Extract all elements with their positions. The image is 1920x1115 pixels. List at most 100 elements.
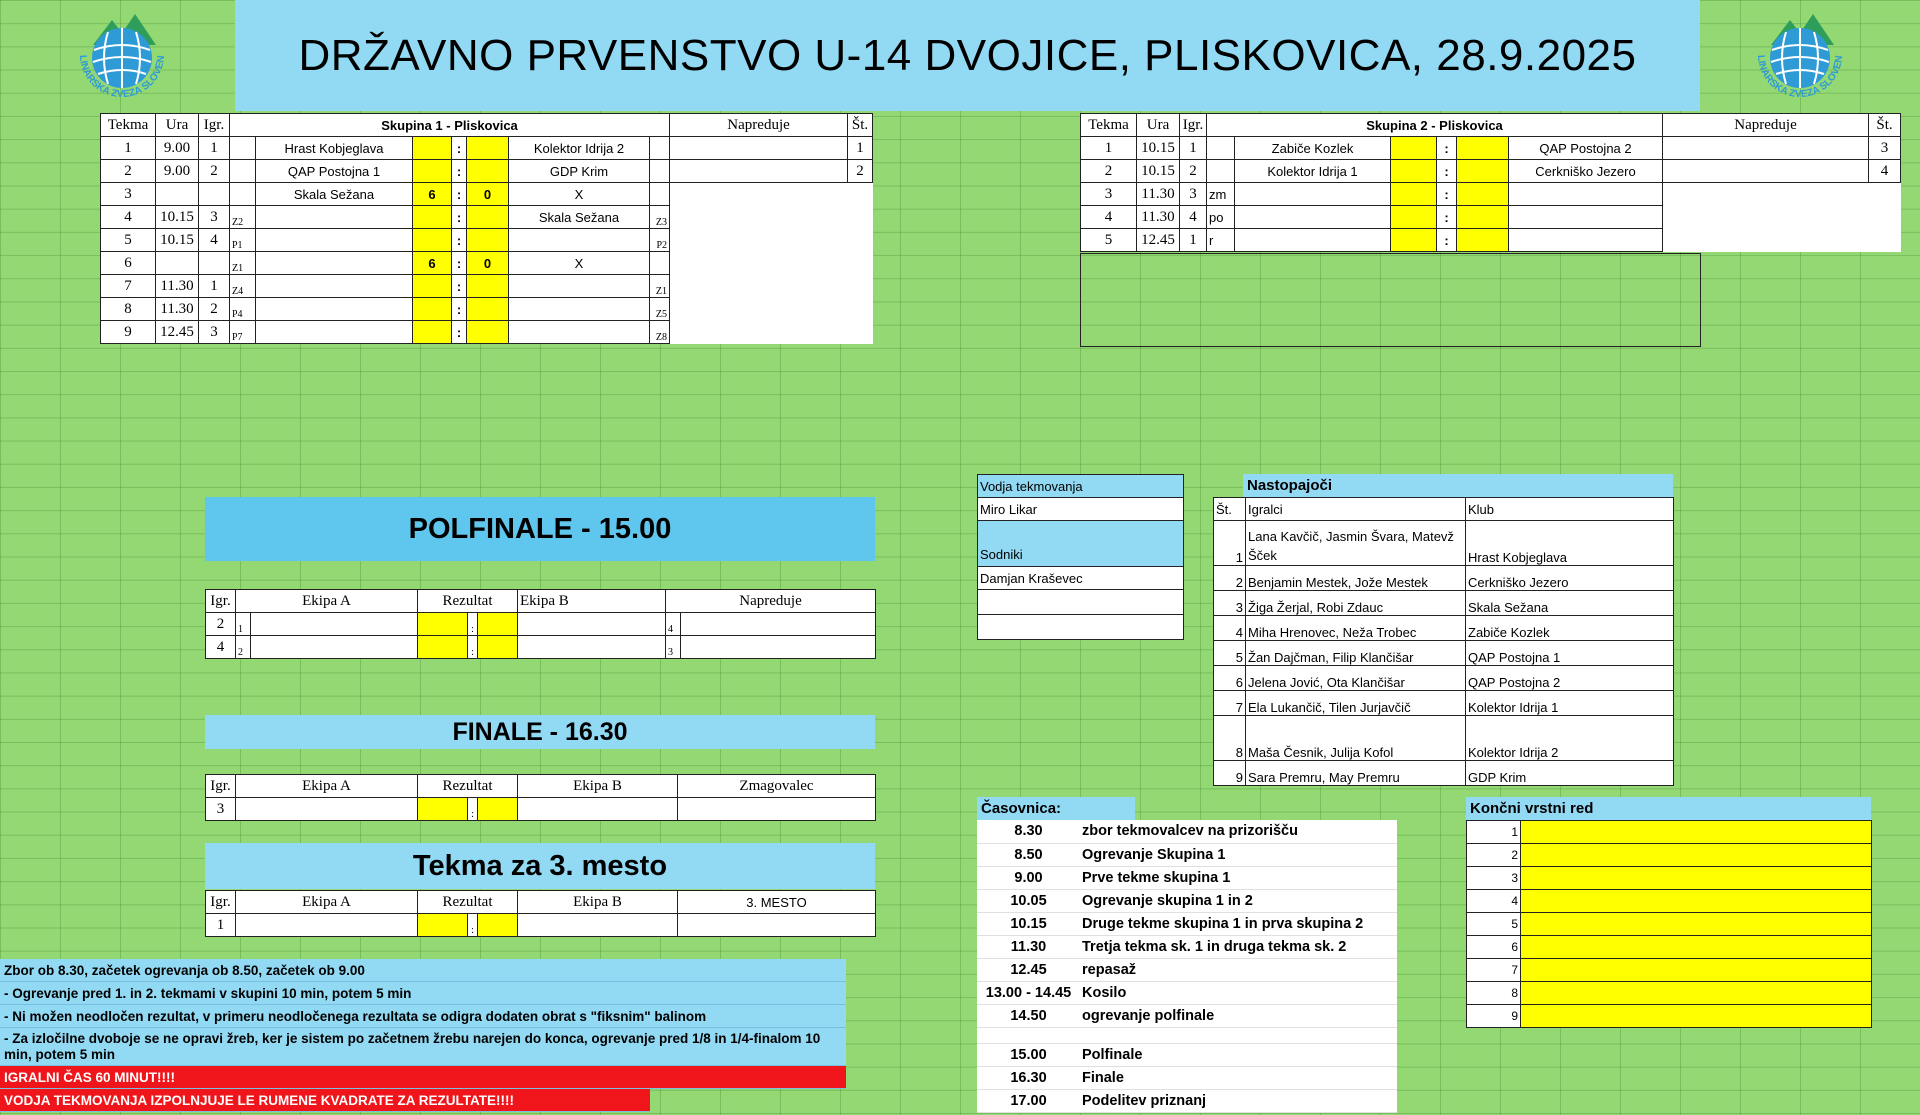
score-b-input[interactable]: 0 xyxy=(466,251,509,275)
team-b xyxy=(508,274,650,298)
officials-table: Vodja tekmovanja Miro Likar Sodniki Damj… xyxy=(977,474,1184,640)
ranking-team-input[interactable] xyxy=(1520,889,1872,913)
score-b-input[interactable] xyxy=(466,205,509,229)
score-b-input[interactable]: 0 xyxy=(466,182,509,206)
score-b-input[interactable] xyxy=(466,297,509,321)
score-a-input[interactable]: 6 xyxy=(412,182,452,206)
team-a: Skala Sežana xyxy=(255,182,413,206)
score-b-input[interactable] xyxy=(466,159,509,183)
score-b-input[interactable] xyxy=(1456,205,1509,229)
match-number: 3 xyxy=(1080,182,1137,206)
score-a-input[interactable] xyxy=(412,159,452,183)
third-place-cell xyxy=(677,913,876,937)
team-b xyxy=(517,635,666,659)
ranking-team-input[interactable] xyxy=(1520,820,1872,844)
group2-col-tekma: Tekma xyxy=(1080,113,1137,137)
team-b xyxy=(508,228,650,252)
group1-table: Tekma Ura Igr. Skupina 1 - Pliskovica Na… xyxy=(100,113,874,344)
team-a xyxy=(255,205,413,229)
court-number: 3 xyxy=(198,320,230,344)
ranking-team-input[interactable] xyxy=(1520,981,1872,1005)
ranking-body: 123456789 xyxy=(1466,820,1872,1028)
score-b-input[interactable] xyxy=(1456,228,1509,252)
team-a xyxy=(255,251,413,275)
polfinale-row: 21: 4 xyxy=(205,612,876,636)
group1-body: 1 9.00 1 Hrast Kobjeglava: Kolektor Idrija 2… xyxy=(100,136,874,344)
club-name: Hrast Kobjeglava xyxy=(1465,520,1674,566)
score-a-input[interactable] xyxy=(1390,228,1437,252)
ranking-team-input[interactable] xyxy=(1520,935,1872,959)
group2-empty-box xyxy=(1080,253,1701,347)
advances-cell xyxy=(1662,136,1869,160)
score-b-input[interactable] xyxy=(477,635,518,659)
score-b-input[interactable] xyxy=(477,797,518,821)
timetable-body: 8.30 zbor tekmovalcev na prizorišču 8.50 Og… xyxy=(977,820,1397,1113)
score-separator: : xyxy=(1436,205,1457,229)
score-a-input[interactable] xyxy=(412,297,452,321)
match-time: 9.00 xyxy=(155,136,199,160)
score-a-input[interactable] xyxy=(412,320,452,344)
team-a xyxy=(1234,205,1391,229)
timetable-row: 15.00 Polfinale xyxy=(977,1043,1397,1067)
timetable-event: Ogrevanje Skupina 1 xyxy=(1080,843,1397,867)
score-a-input[interactable] xyxy=(417,612,468,636)
ranking-team-input[interactable] xyxy=(1520,866,1872,890)
score-b-input[interactable] xyxy=(466,228,509,252)
group1-header-row: Tekma Ura Igr. Skupina 1 - Pliskovica Na… xyxy=(100,113,874,137)
team-b-ref xyxy=(648,136,671,160)
ranking-place: 5 xyxy=(1466,912,1521,936)
score-b-input[interactable] xyxy=(466,274,509,298)
advances-cell xyxy=(669,159,849,183)
score-a-input[interactable] xyxy=(412,274,452,298)
players-names: Benjamin Mestek, Jože Mestek xyxy=(1245,565,1466,591)
score-b-input[interactable] xyxy=(1456,159,1509,183)
timetable-row: 14.50 ogrevanje polfinale xyxy=(977,1004,1397,1028)
group1-match-row: 2 9.00 2 QAP Postojna 1: GDP Krim 2 xyxy=(100,159,874,183)
score-a-input[interactable] xyxy=(1390,136,1437,160)
score-a-input[interactable] xyxy=(417,913,468,937)
score-a-input[interactable]: 6 xyxy=(412,251,452,275)
score-b-input[interactable] xyxy=(1456,182,1509,206)
referee-label: Sodniki xyxy=(977,520,1184,567)
score-a-input[interactable] xyxy=(1390,159,1437,183)
score-b-input[interactable] xyxy=(1456,136,1509,160)
timetable-event: Prve tekme skupina 1 xyxy=(1080,866,1397,890)
score-a-input[interactable] xyxy=(1390,182,1437,206)
team-number: 6 xyxy=(1213,665,1246,691)
group1-match-row: 9 12.45 3 P7: Z8 xyxy=(100,320,873,344)
score-a-input[interactable] xyxy=(412,205,452,229)
timetable-event: Podelitev priznanj xyxy=(1080,1089,1397,1113)
score-separator: : xyxy=(1436,228,1457,252)
team-number: 1 xyxy=(847,136,874,160)
score-a-input[interactable] xyxy=(412,228,452,252)
score-separator: : xyxy=(467,612,478,636)
score-separator: : xyxy=(451,228,467,252)
match-time: 9.00 xyxy=(155,159,199,183)
group1-match-row: 7 11.30 1 Z4: Z1 xyxy=(100,274,873,298)
group1-match-row: 4 10.15 3 Z2: Skala Sežana Z3 xyxy=(100,205,873,229)
score-a-input[interactable] xyxy=(417,635,468,659)
ranking-place: 1 xyxy=(1466,820,1521,844)
score-a-input[interactable] xyxy=(417,797,468,821)
ranking-team-input[interactable] xyxy=(1520,1004,1872,1028)
ranking-team-input[interactable] xyxy=(1520,843,1872,867)
ranking-team-input[interactable] xyxy=(1520,958,1872,982)
team-a-ref: 1 xyxy=(235,612,251,636)
team-a-ref: Z1 xyxy=(229,251,256,275)
score-a-input[interactable] xyxy=(1390,205,1437,229)
score-b-input[interactable] xyxy=(477,612,518,636)
club-name: QAP Postojna 1 xyxy=(1465,640,1674,666)
ranking-team-input[interactable] xyxy=(1520,912,1872,936)
federation-logo-icon: BALINARSKA ZVEZA SLOVENIJE xyxy=(56,0,167,100)
team-b-ref: Z1 xyxy=(648,274,671,298)
players-col-klub: Klub xyxy=(1465,497,1674,521)
referee-name: Damjan Kraševec xyxy=(977,566,1184,590)
score-b-input[interactable] xyxy=(466,320,509,344)
player-row: 2 Benjamin Mestek, Jože Mestek Cerkniško J… xyxy=(1213,565,1674,591)
timetable-row: 11.30 Tretja tekma sk. 1 in druga tekma s… xyxy=(977,935,1397,959)
score-b-input[interactable] xyxy=(466,136,509,160)
team-b xyxy=(1508,205,1663,229)
timetable-event: Ogrevanje skupina 1 in 2 xyxy=(1080,889,1397,913)
score-b-input[interactable] xyxy=(477,913,518,937)
score-a-input[interactable] xyxy=(412,136,452,160)
